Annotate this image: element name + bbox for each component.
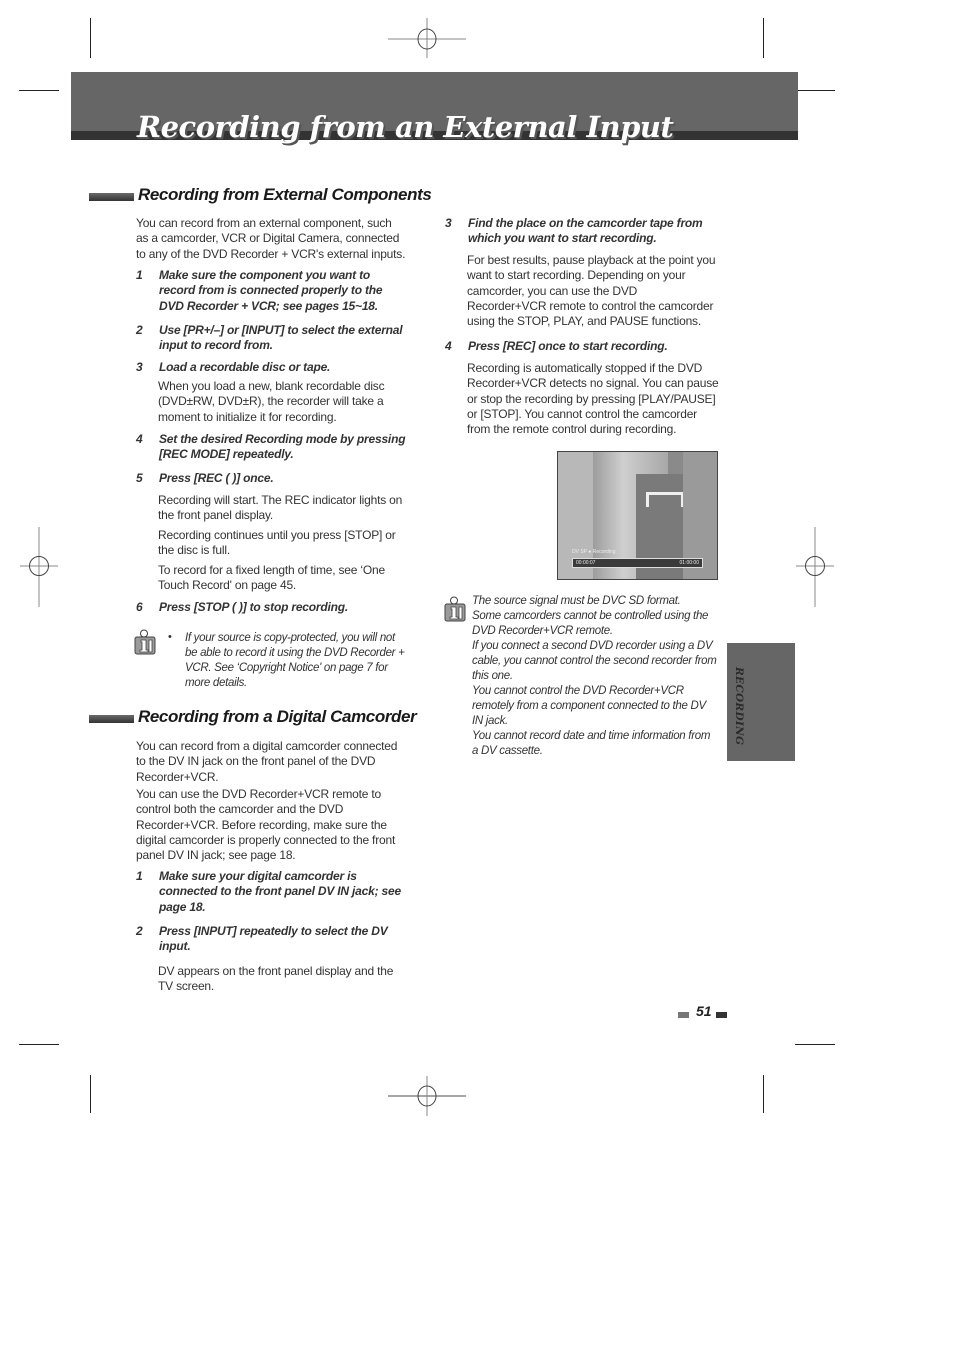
note-item: You cannot record date and time informat…: [472, 730, 711, 757]
step-item: 3 Find the place on the camcorder tape f…: [445, 216, 718, 247]
registration-mark-icon: [796, 527, 834, 607]
step-number: 2: [136, 323, 143, 337]
step-text: Press [STOP ( )] to stop recording.: [159, 600, 349, 614]
page-title: Recording from an External Input: [137, 110, 674, 144]
note-item: You cannot control the DVD Recorder+VCR …: [472, 685, 706, 727]
section-heading-bar: [89, 193, 134, 201]
step-item: 1 Make sure the component you want to re…: [136, 268, 409, 314]
step-text: Load a recordable disc or tape.: [159, 360, 331, 374]
step-text: Make sure your digital camcorder is conn…: [159, 869, 401, 914]
step-body: Recording is automatically stopped if th…: [467, 361, 719, 437]
step-number: 4: [136, 432, 143, 446]
step-number: 1: [136, 869, 143, 883]
section-intro: You can record from a digital camcorder …: [136, 739, 398, 784]
osd-time-total: 01:00:00: [679, 560, 699, 566]
crop-mark: [763, 18, 764, 58]
side-tab-label: RECORDING: [733, 667, 745, 746]
step-number: 3: [136, 360, 143, 374]
step-item: 3 Load a recordable disc or tape.: [136, 360, 409, 375]
step-item: 2 Press [INPUT] repeatedly to select the…: [136, 924, 399, 955]
crop-mark: [90, 18, 91, 58]
osd-time-elapsed: 00:00:07: [576, 560, 596, 566]
page-number-deco: [678, 1012, 689, 1018]
registration-mark-icon: [388, 1076, 466, 1116]
step-body: Recording continues until you press [STO…: [158, 528, 396, 558]
crop-mark: [795, 1044, 835, 1045]
step-body: DV appears on the front panel display an…: [158, 964, 394, 994]
section-heading: Recording from a Digital Camcorder: [138, 707, 417, 726]
step-number: 6: [136, 600, 143, 614]
crop-mark: [90, 1075, 91, 1113]
step-number: 5: [136, 471, 143, 485]
step-number: 2: [136, 924, 143, 938]
crop-mark: [795, 90, 835, 91]
section-intro: You can use the DVD Recorder+VCR remote …: [136, 787, 396, 863]
info-note-icon: [134, 629, 156, 655]
step-number: 1: [136, 268, 143, 282]
step-text: Press [REC] once to start recording.: [468, 339, 668, 353]
osd-status: DV SP ● Recording: [572, 549, 616, 555]
step-item: 1 Make sure your digital camcorder is co…: [136, 869, 404, 915]
side-tab-label-wrap: RECORDING: [727, 643, 749, 761]
osd-progress-bar: 00:00:07 01:00:00: [572, 558, 703, 568]
registration-mark-icon: [20, 527, 58, 607]
crop-mark: [19, 90, 59, 91]
step-item: 6 Press [STOP ( )] to stop recording.: [136, 600, 409, 615]
step-body: For best results, pause playback at the …: [467, 253, 716, 329]
step-body: When you load a new, blank recordable di…: [158, 379, 385, 424]
step-item: 5 Press [REC ( )] once.: [136, 471, 409, 486]
step-number: 4: [445, 339, 452, 353]
step-item: 2 Use [PR+/–] or [INPUT] to select the e…: [136, 323, 409, 354]
note-item: The source signal must be DVC SD format.: [472, 595, 681, 607]
section-intro: You can record from an external componen…: [136, 216, 406, 261]
step-body: Recording will start. The REC indicator …: [158, 493, 403, 523]
section-heading-bar: [89, 715, 134, 723]
step-text: Find the place on the camcorder tape fro…: [468, 216, 703, 246]
screen-bracket: [646, 492, 684, 507]
recording-screen-image: DV SP ● Recording 00:00:07 01:00:00: [557, 451, 718, 580]
step-body: To record for a fixed length of time, se…: [158, 563, 385, 593]
step-text: Press [INPUT] repeatedly to select the D…: [159, 924, 388, 954]
note-item: If you connect a second DVD recorder usi…: [472, 640, 717, 682]
section-heading: Recording from External Components: [138, 185, 432, 204]
note-bullet: •: [168, 631, 172, 643]
step-item: 4 Press [REC] once to start recording.: [445, 339, 718, 354]
registration-mark-icon: [388, 18, 466, 58]
step-text: Set the desired Recording mode by pressi…: [159, 432, 406, 462]
crop-mark: [19, 1044, 59, 1045]
note-list: The source signal must be DVC SD format.…: [472, 594, 717, 759]
crop-mark: [763, 1075, 764, 1113]
step-text: Make sure the component you want to reco…: [159, 268, 383, 313]
step-text: Use [PR+/–] or [INPUT] to select the ext…: [159, 323, 403, 353]
page-number-deco: [716, 1012, 727, 1018]
step-text: Press [REC ( )] once.: [159, 471, 274, 485]
note-item: Some camcorders cannot be controlled usi…: [472, 610, 709, 637]
note-text: If your source is copy-protected, you wi…: [185, 632, 405, 689]
info-note-icon: [444, 596, 466, 622]
step-item: 4 Set the desired Recording mode by pres…: [136, 432, 409, 463]
step-number: 3: [445, 216, 452, 230]
page-number: 51: [696, 1003, 712, 1019]
